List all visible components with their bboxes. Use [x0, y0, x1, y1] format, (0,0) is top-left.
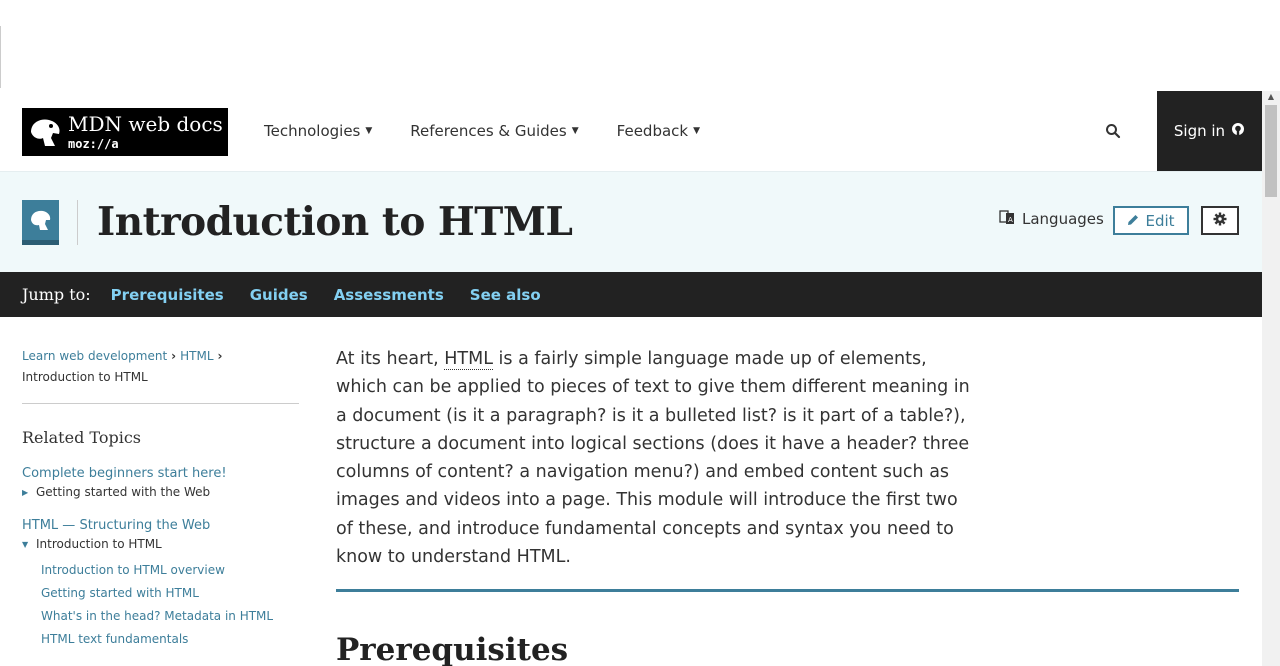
jump-link-see-also[interactable]: See also — [470, 286, 541, 304]
sidebar-link-head-metadata[interactable]: What's in the head? Metadata in HTML — [41, 609, 299, 623]
logo-title: MDN web docs — [68, 112, 223, 136]
sidebar-section-beginners[interactable]: Complete beginners start here! — [22, 466, 299, 481]
site-header: MDN web docs moz://a Technologies ▼ Refe… — [0, 91, 1262, 171]
jump-link-assessments[interactable]: Assessments — [334, 286, 444, 304]
intro-text-rest: is a fairly simple language made up of e… — [336, 349, 970, 568]
sidebar-link-text-fundamentals[interactable]: HTML text fundamentals — [41, 632, 299, 646]
html-abbr-link[interactable]: HTML — [444, 349, 493, 370]
jump-link-prerequisites[interactable]: Prerequisites — [111, 286, 224, 304]
sidebar-link-getting-started[interactable]: Getting started with HTML — [41, 586, 299, 600]
breadcrumb-separator-icon: › — [171, 349, 177, 363]
book-icon — [22, 200, 59, 245]
sidebar-item-label: Introduction to HTML — [36, 537, 162, 551]
sign-in-button[interactable]: Sign in — [1157, 91, 1262, 171]
nav-feedback[interactable]: Feedback ▼ — [617, 122, 700, 140]
nav-technologies[interactable]: Technologies ▼ — [264, 122, 372, 140]
sidebar-link-overview[interactable]: Introduction to HTML overview — [41, 563, 299, 577]
languages-label: Languages — [1022, 210, 1104, 228]
title-bar: Introduction to HTML A Languages Edit — [0, 171, 1262, 272]
mdn-logo[interactable]: MDN web docs moz://a — [22, 108, 228, 156]
breadcrumb-separator-icon: › — [217, 349, 223, 363]
triangle-right-icon: ▶ — [22, 487, 29, 497]
title-divider — [77, 200, 78, 245]
github-icon — [1231, 122, 1245, 140]
sidebar-item-label: Getting started with the Web — [36, 485, 211, 499]
page-scrollbar[interactable]: ▲ — [1262, 91, 1280, 666]
sidebar-item-getting-started-web[interactable]: ▶ Getting started with the Web — [22, 485, 299, 499]
gear-icon — [1213, 211, 1227, 230]
nav-references-label: References & Guides — [410, 122, 567, 140]
nav-references-guides[interactable]: References & Guides ▼ — [410, 122, 578, 140]
prerequisites-heading: Prerequisites — [336, 632, 569, 666]
search-icon[interactable] — [1105, 123, 1121, 139]
breadcrumb-current: Introduction to HTML — [22, 370, 148, 384]
edit-button[interactable]: Edit — [1113, 206, 1189, 235]
jump-to-label: Jump to: — [22, 285, 91, 304]
main-nav: Technologies ▼ References & Guides ▼ Fee… — [264, 122, 738, 140]
window-edge-mark — [0, 26, 1, 88]
logo-mozilla: moz://a — [68, 137, 119, 151]
caret-down-icon: ▼ — [365, 126, 373, 136]
sidebar-section-html[interactable]: HTML — Structuring the Web — [22, 518, 299, 533]
content-divider — [336, 589, 1239, 593]
edit-label: Edit — [1145, 211, 1175, 230]
svg-text:A: A — [1008, 216, 1013, 224]
translate-icon: A — [999, 209, 1015, 229]
triangle-down-icon: ▼ — [22, 539, 29, 549]
related-topics-title: Related Topics — [22, 428, 141, 447]
caret-down-icon: ▼ — [693, 126, 701, 136]
page-title: Introduction to HTML — [97, 199, 573, 245]
main-content: At its heart, HTML is a fairly simple la… — [336, 345, 1239, 666]
languages-button[interactable]: A Languages — [999, 209, 1104, 229]
breadcrumb-html[interactable]: HTML — [180, 349, 213, 363]
scroll-thumb[interactable] — [1265, 105, 1277, 197]
sign-in-label: Sign in — [1173, 122, 1226, 140]
settings-button[interactable] — [1201, 206, 1239, 235]
mozilla-dino-icon — [22, 108, 68, 156]
jump-to-bar: Jump to: Prerequisites Guides Assessment… — [0, 272, 1262, 317]
caret-down-icon: ▼ — [571, 126, 579, 136]
nav-feedback-label: Feedback — [616, 122, 689, 140]
intro-text-start: At its heart, — [336, 349, 445, 369]
intro-paragraph: At its heart, HTML is a fairly simple la… — [336, 345, 976, 571]
breadcrumb-learn[interactable]: Learn web development — [22, 349, 167, 363]
pencil-icon — [1127, 212, 1139, 230]
scroll-up-icon[interactable]: ▲ — [1262, 91, 1280, 103]
breadcrumb: Learn web development › HTML › Introduction… — [22, 346, 299, 388]
sidebar-item-introduction-html[interactable]: ▼ Introduction to HTML — [22, 537, 299, 551]
top-blank-area — [0, 0, 1280, 91]
jump-link-guides[interactable]: Guides — [250, 286, 308, 304]
sidebar: Learn web development › HTML › Introduction… — [22, 346, 299, 646]
nav-technologies-label: Technologies — [264, 122, 361, 140]
sidebar-divider — [22, 403, 299, 404]
